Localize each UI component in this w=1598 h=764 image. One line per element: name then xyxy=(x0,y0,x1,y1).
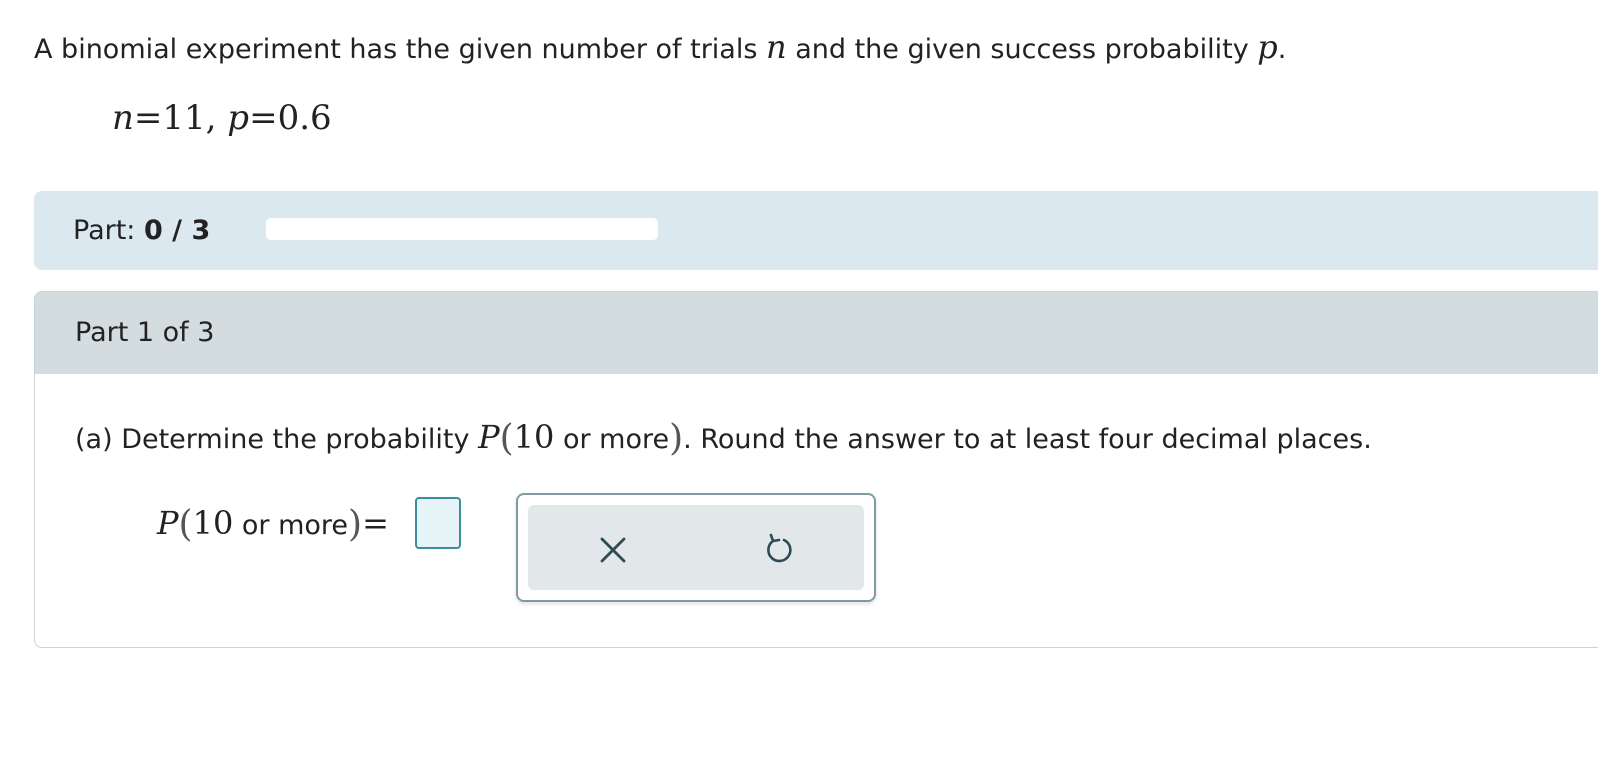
given-comma: , xyxy=(205,98,217,138)
question-prefix: (a) Determine the probability xyxy=(75,424,470,455)
answer-p-symbol: P xyxy=(157,504,179,542)
part-header: Part 1 of 3 xyxy=(35,292,1598,374)
n-symbol: n xyxy=(766,28,787,66)
question-open-paren: ( xyxy=(499,418,514,459)
answer-open-paren: ( xyxy=(178,504,193,545)
progress-label-text: Part: xyxy=(73,215,136,246)
part-progress-bar: Part: 0 / 3 xyxy=(34,191,1598,270)
answer-words: or more xyxy=(241,510,349,541)
answer-number: 10 xyxy=(192,504,234,542)
given-p-value: 0.6 xyxy=(277,98,332,138)
answer-input[interactable] xyxy=(415,497,461,549)
answer-equals: = xyxy=(362,504,389,542)
undo-icon xyxy=(767,533,792,563)
given-p-var: p xyxy=(227,98,250,138)
given-eq-2: = xyxy=(249,98,278,138)
clear-button[interactable] xyxy=(594,531,632,569)
undo-button[interactable] xyxy=(760,531,798,569)
answer-close-paren: ) xyxy=(348,504,363,545)
intro-end: . xyxy=(1277,34,1287,65)
question-close-paren: ) xyxy=(669,418,684,459)
question-number: 10 xyxy=(513,418,555,456)
given-eq-1: = xyxy=(133,98,163,138)
intro-text: A binomial experiment has the given numb… xyxy=(34,34,758,65)
problem-statement: A binomial experiment has the given numb… xyxy=(34,28,1286,66)
question-words: or more xyxy=(562,424,670,455)
question-text: (a) Determine the probability P(10 or mo… xyxy=(75,418,1372,459)
intro-mid-text: and the given success probability xyxy=(795,34,1249,65)
progress-value: 0 / 3 xyxy=(144,215,211,246)
part-header-label: Part 1 of 3 xyxy=(75,317,215,348)
answer-expression: P(10 or more)= xyxy=(157,504,389,545)
progress-label: Part: 0 / 3 xyxy=(73,215,210,246)
answer-tool-panel xyxy=(516,493,876,602)
x-icon xyxy=(600,537,626,563)
question-p-symbol: P xyxy=(478,418,500,456)
given-n-var: n xyxy=(112,98,134,138)
progress-track xyxy=(266,218,658,240)
given-values: n=11, p=0.6 xyxy=(112,98,332,138)
p-symbol: p xyxy=(1257,28,1278,66)
tool-panel-inner xyxy=(528,505,864,590)
question-suffix: . Round the answer to at least four deci… xyxy=(683,424,1372,455)
given-n-value: 11 xyxy=(162,98,206,138)
